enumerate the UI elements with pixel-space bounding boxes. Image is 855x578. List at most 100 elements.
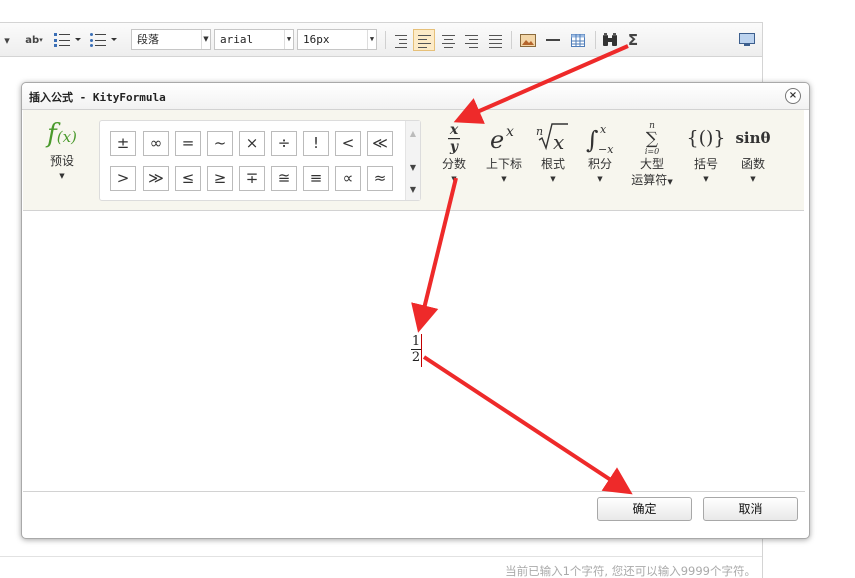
large-operator-label-2: 运算符▼: [624, 172, 680, 190]
svg-text:−x: −x: [598, 143, 614, 156]
image-icon[interactable]: [518, 30, 538, 50]
symbol-button[interactable]: ≫: [143, 166, 169, 191]
symbol-panel-scrollbar[interactable]: ▲ ▼ ▼: [405, 121, 420, 200]
symbol-button[interactable]: <: [335, 131, 361, 156]
font-family-value: arial: [220, 33, 254, 46]
symbol-button[interactable]: ÷: [271, 131, 297, 156]
chevron-down-icon: ▼: [597, 175, 603, 183]
svg-text:n: n: [536, 125, 543, 138]
chevron-down-icon: ▼: [750, 175, 756, 183]
chevron-down-icon: ▼: [201, 30, 210, 49]
paragraph-select[interactable]: 段落 ▼: [131, 29, 211, 50]
radical-label: 根式: [540, 157, 565, 171]
svg-text:e: e: [490, 126, 504, 154]
text-cursor: [421, 334, 422, 367]
integral-icon: ∫ x −x: [573, 120, 627, 156]
svg-text:x: x: [553, 130, 564, 154]
preset-label: 预设: [49, 154, 74, 168]
script-group[interactable]: ex 上下标 ▼: [477, 120, 531, 186]
symbol-panel: ± ∞ = ~ × ÷ ! < ≪ > ≫ ≤ ≥ ∓ ≅ ≡ ∝ ≈ ▲ ▼ …: [99, 120, 421, 201]
symbol-button[interactable]: ∓: [239, 166, 265, 191]
sin-function-icon: sinθ: [735, 129, 771, 147]
symbol-button[interactable]: ±: [110, 131, 136, 156]
align-justify-button[interactable]: [484, 29, 506, 51]
radical-icon: nx: [526, 120, 580, 156]
close-icon[interactable]: ×: [785, 88, 801, 104]
ok-button[interactable]: 确定: [597, 497, 692, 521]
chevron-down-icon: ▼: [451, 175, 457, 183]
editor-toolbar: ▾ ab ▾ 段落 ▼ arial ▼ 16px ▼ Σ: [0, 23, 762, 57]
chevron-down-icon: ▼: [367, 30, 376, 49]
align-left-button[interactable]: [413, 29, 435, 51]
radical-group[interactable]: nx 根式 ▼: [526, 120, 580, 186]
toolbar-divider: [595, 31, 596, 49]
svg-text:y: y: [449, 139, 459, 155]
toolbar-divider: [385, 31, 386, 49]
large-operator-group[interactable]: n ∑ i=0 大型 运算符▼: [624, 120, 680, 190]
unordered-list-icon[interactable]: [89, 30, 119, 50]
symbol-button[interactable]: ∝: [335, 166, 361, 191]
fraction-label: 分数: [441, 157, 466, 171]
search-replace-icon[interactable]: [600, 30, 620, 50]
symbol-button[interactable]: ≥: [207, 166, 233, 191]
symbol-button[interactable]: ≡: [303, 166, 329, 191]
fraction-group[interactable]: xy 分数 ▼: [427, 120, 481, 186]
svg-text:x: x: [600, 123, 607, 136]
integral-group[interactable]: ∫ x −x 积分 ▼: [573, 120, 627, 186]
chevron-down-icon: ▼: [284, 30, 293, 49]
preview-icon[interactable]: [737, 30, 757, 50]
spellcheck-icon[interactable]: ab ▾: [21, 30, 47, 50]
align-right-button[interactable]: [460, 29, 482, 51]
symbol-button[interactable]: !: [303, 131, 329, 156]
svg-text:∑: ∑: [646, 129, 658, 149]
symbol-button[interactable]: =: [175, 131, 201, 156]
insert-formula-dialog: 插入公式 - KityFormula × f(x) 预设 ▼ ± ∞ = ~ ×…: [21, 82, 810, 539]
svg-text:x: x: [506, 124, 514, 140]
bracket-label: 括号: [693, 157, 718, 171]
integral-label: 积分: [587, 157, 612, 171]
symbol-button[interactable]: ≅: [271, 166, 297, 191]
screen: ▾ ab ▾ 段落 ▼ arial ▼ 16px ▼ Σ 当前已输入1个字符, …: [0, 0, 855, 578]
function-group[interactable]: sinθ 函数 ▼: [726, 120, 780, 186]
formula-icon[interactable]: Σ: [623, 30, 643, 50]
scroll-up-icon[interactable]: ▲: [406, 129, 420, 138]
font-family-select[interactable]: arial ▼: [214, 29, 294, 50]
formula-edit-area[interactable]: 1 2: [23, 212, 805, 492]
symbol-button[interactable]: ≪: [367, 131, 393, 156]
symbol-button[interactable]: >: [110, 166, 136, 191]
horizontal-rule-icon[interactable]: [543, 30, 563, 50]
svg-text:∫: ∫: [586, 126, 599, 154]
symbol-button[interactable]: ~: [207, 131, 233, 156]
scroll-expand-icon[interactable]: ▼: [406, 185, 420, 194]
dialog-titlebar[interactable]: 插入公式 - KityFormula ×: [22, 83, 809, 110]
symbol-button[interactable]: ∞: [143, 131, 169, 156]
function-label: 函数: [740, 157, 765, 171]
function-preset-icon: f(x): [47, 119, 77, 149]
font-color-dropdown[interactable]: ▾: [0, 30, 15, 50]
svg-text:x: x: [449, 122, 459, 138]
chevron-down-icon: ▼: [550, 175, 556, 183]
char-count-text: 当前已输入1个字符, 您还可以输入9999个字符。: [505, 564, 756, 578]
large-operator-label: 大型: [639, 157, 664, 171]
font-size-select[interactable]: 16px ▼: [297, 29, 377, 50]
align-center-button[interactable]: [437, 29, 459, 51]
editor-status-bar: 当前已输入1个字符, 您还可以输入9999个字符。: [0, 556, 762, 578]
bracket-icon: {()}: [686, 127, 726, 149]
fraction-icon: xy: [427, 120, 481, 156]
font-size-value: 16px: [303, 33, 330, 46]
cancel-button[interactable]: 取消: [703, 497, 798, 521]
ordered-list-icon[interactable]: [53, 30, 83, 50]
chevron-down-icon: ▼: [501, 175, 507, 183]
bracket-group[interactable]: {()} 括号 ▼: [679, 120, 733, 186]
chevron-down-icon: ▼: [703, 175, 709, 183]
preset-button[interactable]: f(x) 预设 ▼: [33, 118, 91, 183]
symbol-button[interactable]: ×: [239, 131, 265, 156]
table-icon[interactable]: [568, 30, 588, 50]
paragraph-select-value: 段落: [137, 33, 159, 46]
svg-text:i=0: i=0: [645, 147, 659, 156]
scroll-down-icon[interactable]: ▼: [406, 163, 420, 172]
symbol-button[interactable]: ≤: [175, 166, 201, 191]
formula-toolbar: f(x) 预设 ▼ ± ∞ = ~ × ÷ ! < ≪ > ≫ ≤ ≥ ∓ ≅: [23, 110, 804, 211]
symbol-button[interactable]: ≈: [367, 166, 393, 191]
indent-button[interactable]: [390, 29, 412, 51]
